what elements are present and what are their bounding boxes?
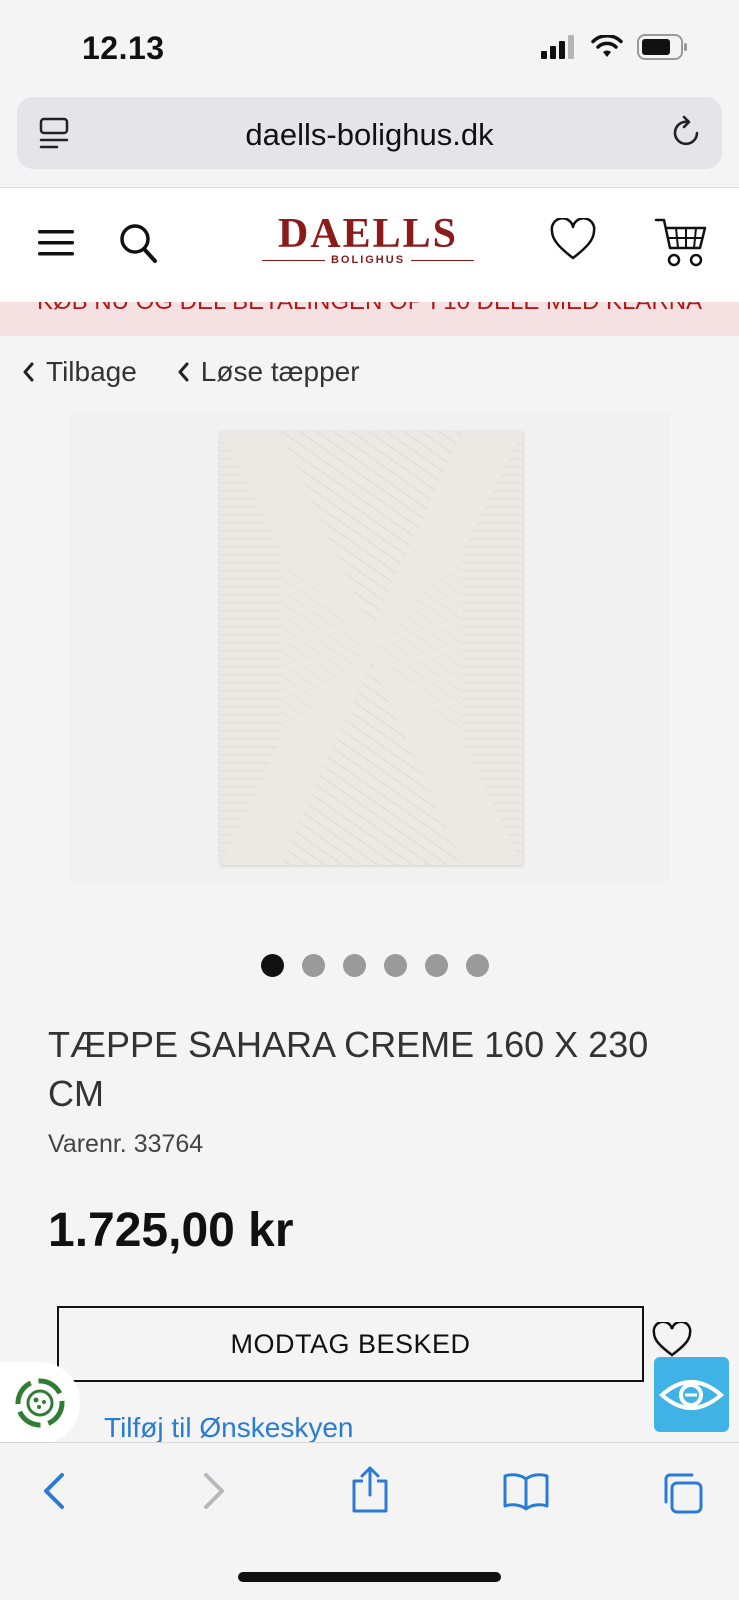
- signal-icon: [541, 35, 574, 59]
- breadcrumb-category[interactable]: Løse tæpper: [177, 356, 360, 388]
- promo-banner[interactable]: KØB NU OG DEL BETALINGEN OP I 10 DELE ME…: [0, 302, 739, 336]
- breadcrumb-back[interactable]: Tilbage: [22, 356, 137, 388]
- status-time: 12.13: [82, 30, 165, 66]
- logo-divider: [411, 259, 474, 261]
- search-icon[interactable]: [118, 222, 158, 264]
- logo-sub: BOLIGHUS: [330, 254, 406, 266]
- rug-pattern: [220, 431, 523, 865]
- product-sku: Varenr. 33764: [48, 1130, 204, 1158]
- breadcrumb: Tilbage Løse tæpper: [22, 356, 360, 388]
- carousel-dot[interactable]: [425, 954, 448, 977]
- cart-icon[interactable]: [654, 216, 708, 268]
- tabs-icon[interactable]: [660, 1471, 704, 1515]
- chevron-left-icon: [23, 362, 34, 382]
- home-indicator: [238, 1572, 501, 1582]
- product-title: TÆPPE SAHARA CREME 160 X 230 CM: [48, 1024, 649, 1114]
- wishlist-link[interactable]: Tilføj til Ønskeskyen: [104, 1412, 353, 1444]
- wishlist-heart-icon[interactable]: [652, 1322, 692, 1358]
- url-bar[interactable]: daells-bolighus.dk: [17, 97, 722, 169]
- status-icons: [541, 34, 689, 60]
- breadcrumb-back-label: Tilbage: [46, 356, 137, 387]
- url-text[interactable]: daells-bolighus.dk: [17, 117, 722, 153]
- eco-icon: [15, 1378, 65, 1428]
- eye-icon: [659, 1380, 725, 1410]
- bookmarks-icon[interactable]: [502, 1471, 550, 1511]
- site-logo[interactable]: DAELLS BOLIGHUS: [262, 211, 474, 266]
- wifi-icon: [591, 35, 623, 57]
- carousel-dot[interactable]: [343, 954, 366, 977]
- status-bar: 12.13: [0, 0, 739, 95]
- accessibility-badge[interactable]: [654, 1357, 729, 1432]
- carousel-dot[interactable]: [466, 954, 489, 977]
- promo-text: KØB NU OG DEL BETALINGEN OP I 10 DELE ME…: [0, 302, 739, 316]
- product-image: [220, 431, 523, 865]
- carousel-dot[interactable]: [261, 954, 284, 977]
- carousel-dots: [0, 954, 739, 977]
- logo-divider: [262, 259, 325, 261]
- battery-icon: [637, 34, 687, 60]
- carousel-dot[interactable]: [384, 954, 407, 977]
- hamburger-icon[interactable]: [38, 228, 74, 258]
- back-icon[interactable]: [40, 1471, 70, 1511]
- site-header: DAELLS BOLIGHUS: [0, 187, 739, 302]
- eco-badge[interactable]: [0, 1362, 80, 1444]
- carousel-dot[interactable]: [302, 954, 325, 977]
- product-price: 1.725,00 kr: [48, 1204, 294, 1257]
- breadcrumb-category-label: Løse tæpper: [200, 356, 360, 387]
- chevron-left-icon: [178, 362, 189, 382]
- share-icon[interactable]: [350, 1465, 390, 1513]
- logo-main: DAELLS: [277, 211, 459, 257]
- forward-icon[interactable]: [198, 1471, 228, 1511]
- reload-icon[interactable]: [670, 115, 704, 151]
- notify-button[interactable]: MODTAG BESKED: [57, 1306, 644, 1382]
- product-image-carousel[interactable]: [70, 412, 670, 882]
- heart-icon[interactable]: [550, 218, 596, 262]
